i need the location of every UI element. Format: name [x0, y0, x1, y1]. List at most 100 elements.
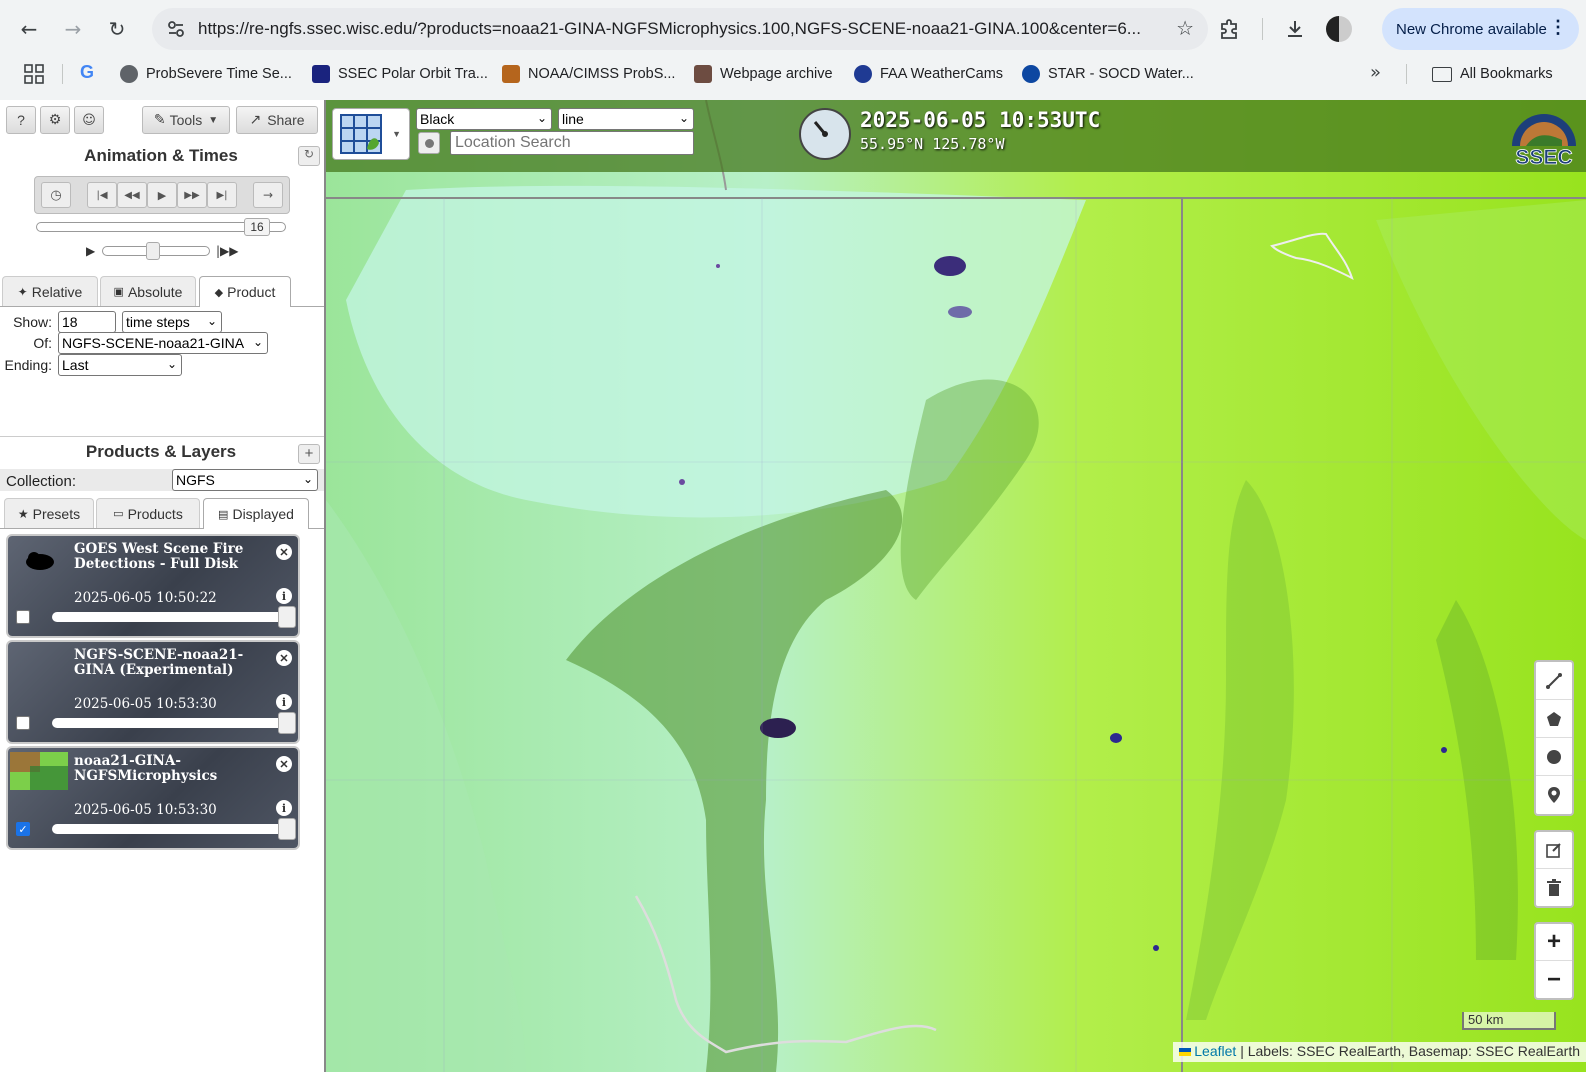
info-icon[interactable]: i: [276, 588, 292, 604]
pin-icon: ✦: [17, 284, 28, 299]
tab-displayed[interactable]: ▤ Displayed: [203, 498, 309, 529]
location-search-input[interactable]: [450, 131, 694, 155]
trash-icon[interactable]: [1536, 869, 1572, 906]
show-count-input[interactable]: 18: [58, 311, 116, 333]
bookmark-item[interactable]: STAR - SOCD Water...: [1022, 62, 1194, 86]
tools-button[interactable]: ✎ Tools ▼: [142, 106, 230, 134]
archive-favicon-icon: [694, 65, 712, 83]
attribution-text: | Labels: SSEC RealEarth, Basemap: SSEC …: [1240, 1043, 1580, 1059]
layer-visibility-checkbox[interactable]: ✓: [16, 822, 30, 836]
tab-products[interactable]: ▭ Products: [96, 498, 200, 528]
layer-visibility-checkbox[interactable]: [16, 716, 30, 730]
basemap-switcher[interactable]: ▼: [332, 108, 410, 160]
tab-presets[interactable]: ★ Presets: [4, 498, 94, 528]
arrow-right-icon[interactable]: →: [253, 182, 283, 208]
edit-icon[interactable]: [1536, 832, 1572, 869]
url-text[interactable]: https://re-ngfs.ssec.wisc.edu/?products=…: [198, 19, 1141, 39]
tab-presets-label: Presets: [32, 505, 81, 522]
user-icon: ☺: [82, 112, 96, 128]
refresh-icon[interactable]: ↻: [298, 146, 320, 166]
wrench-icon: ✎: [153, 112, 166, 128]
zoom-in-button[interactable]: +: [1536, 924, 1572, 961]
close-icon[interactable]: ✕: [276, 650, 292, 666]
tab-product[interactable]: ◆ Product: [199, 276, 291, 307]
map-view[interactable]: ▼ Black ⌄ line ⌄ 2025-06-05 10:53UTC 55.95…: [326, 100, 1586, 1072]
draw-circle-icon[interactable]: [1536, 738, 1572, 776]
bookmark-star-icon[interactable]: ☆: [1176, 16, 1194, 40]
tab-relative[interactable]: ✦ Relative: [2, 276, 98, 306]
add-layer-button[interactable]: +: [298, 444, 320, 464]
forward-icon[interactable]: →: [58, 14, 88, 44]
lock-icon: ▣: [113, 285, 124, 298]
share-label: Share: [267, 112, 305, 128]
bookmark-label: ProbSevere Time Se...: [146, 66, 292, 82]
layer-visibility-checkbox[interactable]: [16, 610, 30, 624]
bookmark-item[interactable]: ProbSevere Time Se...: [120, 62, 292, 86]
tab-absolute[interactable]: ▣ Absolute: [100, 276, 196, 306]
more-bookmarks-icon[interactable]: »: [1370, 62, 1381, 83]
bookmark-item[interactable]: SSEC Polar Orbit Tra...: [312, 62, 488, 86]
all-bookmarks-button[interactable]: All Bookmarks: [1432, 62, 1553, 86]
last-frame-icon[interactable]: ▶|: [207, 182, 237, 208]
ending-label: Ending:: [4, 357, 52, 373]
address-bar[interactable]: https://re-ngfs.ssec.wisc.edu/?products=…: [152, 8, 1208, 50]
gear-icon: ⚙: [48, 112, 62, 128]
grid-layers-icon: [340, 114, 382, 154]
chevron-down-icon: ⌄: [302, 472, 313, 486]
locate-button[interactable]: [418, 132, 440, 154]
draw-marker-icon[interactable]: [1536, 776, 1572, 814]
ending-select[interactable]: Last ⌄: [58, 354, 182, 376]
reload-icon[interactable]: ↻: [102, 14, 132, 44]
help-label: ?: [17, 112, 25, 128]
site-info-icon[interactable]: [166, 19, 186, 39]
download-icon[interactable]: [1280, 14, 1310, 44]
bookmark-item[interactable]: Webpage archive: [694, 62, 833, 86]
play-icon[interactable]: ▶: [147, 182, 177, 208]
apps-grid-icon[interactable]: [24, 64, 44, 84]
info-icon[interactable]: i: [276, 800, 292, 816]
extensions-icon[interactable]: [1214, 14, 1244, 44]
layer-card[interactable]: NGFS-SCENE-noaa21-GINA (Experimental) 20…: [8, 642, 298, 742]
speed-slider-thumb[interactable]: [146, 242, 160, 260]
bookmark-item[interactable]: NOAA/CIMSS ProbS...: [502, 62, 675, 86]
back-icon[interactable]: ←: [14, 14, 44, 44]
step-forward-icon[interactable]: ▶▶: [177, 182, 207, 208]
show-unit-select[interactable]: time steps ⌄: [122, 311, 222, 333]
draw-polygon-icon[interactable]: [1536, 700, 1572, 738]
close-icon[interactable]: ✕: [276, 756, 292, 772]
step-back-icon[interactable]: ◀◀: [117, 182, 147, 208]
opacity-slider-thumb[interactable]: [278, 712, 296, 734]
clock-icon[interactable]: ◷: [41, 182, 71, 208]
google-icon[interactable]: G: [80, 62, 94, 83]
help-button[interactable]: ?: [6, 106, 36, 134]
menu-dots-icon[interactable]: ⋮: [1549, 17, 1567, 38]
bookmark-item[interactable]: FAA WeatherCams: [854, 62, 1003, 86]
account-button[interactable]: ☺: [74, 106, 104, 134]
frame-number[interactable]: 16: [244, 218, 270, 236]
share-button[interactable]: ↗ Share: [236, 106, 318, 134]
info-icon[interactable]: i: [276, 694, 292, 710]
update-chrome-button[interactable]: New Chrome available ⋮: [1382, 8, 1579, 50]
opacity-slider-thumb[interactable]: [278, 606, 296, 628]
bookmark-label: STAR - SOCD Water...: [1048, 66, 1194, 82]
label-color-select[interactable]: Black ⌄: [416, 108, 552, 130]
layer-card[interactable]: noaa21-GINA-NGFSMicrophysics 2025-06-05 …: [8, 748, 298, 848]
opacity-slider-thumb[interactable]: [278, 818, 296, 840]
zoom-out-button[interactable]: −: [1536, 961, 1572, 998]
opacity-slider[interactable]: [52, 712, 296, 734]
layer-title: GOES West Scene Fire Detections - Full D…: [74, 541, 244, 572]
of-product-select[interactable]: NGFS-SCENE-noaa21-GINA ⌄: [58, 332, 268, 354]
draw-line-icon[interactable]: [1536, 662, 1572, 700]
settings-button[interactable]: ⚙: [40, 106, 70, 134]
ukraine-flag-icon: [1179, 1048, 1192, 1056]
profile-avatar[interactable]: [1326, 16, 1352, 42]
label-style-select[interactable]: line ⌄: [558, 108, 694, 130]
leaflet-link[interactable]: Leaflet: [1194, 1043, 1236, 1059]
noaa-favicon-icon: [1022, 65, 1040, 83]
opacity-slider[interactable]: [52, 606, 296, 628]
opacity-slider[interactable]: [52, 818, 296, 840]
layer-card[interactable]: GOES West Scene Fire Detections - Full D…: [8, 536, 298, 636]
first-frame-icon[interactable]: |◀: [87, 182, 117, 208]
close-icon[interactable]: ✕: [276, 544, 292, 560]
collection-select[interactable]: NGFS ⌄: [172, 469, 318, 491]
